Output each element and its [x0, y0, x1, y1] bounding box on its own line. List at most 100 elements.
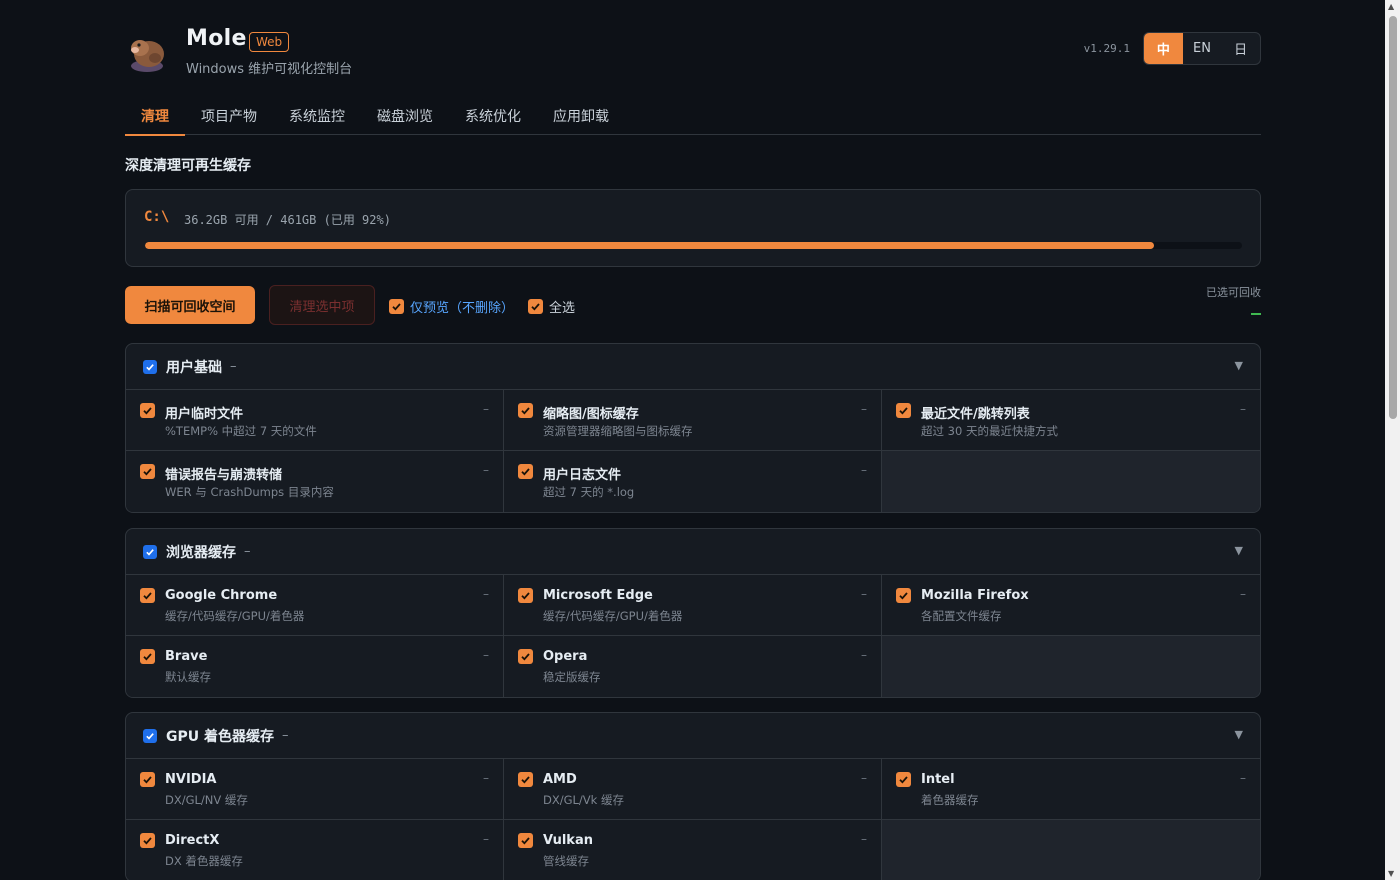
app-subtitle: Windows 维护可视化控制台 [186, 62, 353, 77]
clean-item[interactable]: 缩略图/图标缓存 资源管理器缩略图与图标缓存 – [504, 390, 882, 451]
item-name: 用户临时文件 [165, 407, 244, 422]
item-checkbox[interactable] [518, 403, 533, 418]
item-checkbox[interactable] [140, 588, 155, 603]
tab-system-optimize[interactable]: 系统优化 [449, 96, 537, 135]
group-header[interactable]: 浏览器缓存 – ▼ [126, 529, 1260, 575]
item-size: – [483, 648, 489, 662]
item-checkbox[interactable] [518, 772, 533, 787]
collapse-caret-icon[interactable]: ▼ [1235, 544, 1243, 557]
collapse-caret-icon[interactable]: ▼ [1235, 359, 1243, 372]
item-name: Brave [165, 649, 208, 664]
scroll-up-arrow-icon[interactable]: ▲ [1388, 2, 1394, 11]
group-size: – [282, 728, 289, 743]
group-title: GPU 着色器缓存 [166, 728, 274, 745]
item-description: DX/GL/NV 缓存 [165, 793, 248, 807]
item-size: – [1240, 402, 1246, 416]
group-checkbox[interactable] [143, 728, 157, 743]
preview-checkbox[interactable] [389, 299, 404, 314]
clean-item[interactable]: Opera 稳定版缓存 – [504, 636, 882, 697]
item-size: – [861, 402, 867, 416]
clean-group: GPU 着色器缓存 – ▼ NVIDIA DX/GL/NV 缓存 – AMD DX/GL/Vk… [125, 712, 1261, 880]
item-checkbox[interactable] [518, 464, 533, 479]
item-checkbox[interactable] [140, 772, 155, 787]
item-name: 缩略图/图标缓存 [543, 407, 639, 422]
lang-button-en[interactable]: EN [1183, 33, 1222, 64]
empty-cell [882, 636, 1260, 697]
clean-item[interactable]: 最近文件/跳转列表 超过 30 天的最近快捷方式 – [882, 390, 1260, 451]
item-checkbox[interactable] [896, 772, 911, 787]
clean-selected-button[interactable]: 清理选中项 [269, 285, 375, 325]
app-title: Mole [186, 26, 247, 51]
item-checkbox[interactable] [896, 588, 911, 603]
item-name: NVIDIA [165, 772, 217, 787]
item-description: DX 着色器缓存 [165, 854, 243, 868]
item-size: – [861, 648, 867, 662]
item-checkbox[interactable] [518, 833, 533, 848]
clean-item[interactable]: Mozilla Firefox 各配置文件缓存 – [882, 575, 1260, 636]
tab-bar: 清理 项目产物 系统监控 磁盘浏览 系统优化 应用卸载 [125, 96, 1261, 136]
item-checkbox[interactable] [896, 403, 911, 418]
item-size: – [1240, 771, 1246, 785]
group-items-grid: 用户临时文件 %TEMP% 中超过 7 天的文件 – 缩略图/图标缓存 资源管理器缩略图… [126, 390, 1260, 512]
group-items-grid: Google Chrome 缓存/代码缓存/GPU/着色器 – Microsoft E… [126, 575, 1260, 697]
web-badge: Web [249, 32, 290, 52]
item-description: 缓存/代码缓存/GPU/着色器 [543, 609, 683, 623]
item-description: 各配置文件缓存 [921, 609, 1002, 623]
clean-item[interactable]: Brave 默认缓存 – [126, 636, 504, 697]
item-checkbox[interactable] [140, 403, 155, 418]
item-name: AMD [543, 772, 577, 787]
scroll-thumb[interactable] [1389, 16, 1397, 419]
clean-item[interactable]: Microsoft Edge 缓存/代码缓存/GPU/着色器 – [504, 575, 882, 636]
language-switcher: 中 EN 日 [1143, 32, 1261, 65]
item-name: DirectX [165, 833, 220, 848]
preview-only-toggle[interactable]: 仅预览（不删除） [389, 297, 514, 316]
item-checkbox[interactable] [518, 588, 533, 603]
select-all-checkbox[interactable] [528, 299, 543, 314]
group-header[interactable]: 用户基础 – ▼ [126, 344, 1260, 390]
clean-item[interactable]: Intel 着色器缓存 – [882, 759, 1260, 820]
item-checkbox[interactable] [140, 649, 155, 664]
group-title: 用户基础 [166, 359, 222, 376]
tab-system-monitor[interactable]: 系统监控 [273, 96, 361, 135]
item-description: DX/GL/Vk 缓存 [543, 793, 624, 807]
select-all-toggle[interactable]: 全选 [528, 297, 575, 316]
group-checkbox[interactable] [143, 544, 157, 559]
lang-button-zh[interactable]: 中 [1144, 33, 1183, 64]
item-description: 超过 7 天的 *.log [543, 485, 635, 499]
tab-project-artifacts[interactable]: 项目产物 [185, 96, 273, 135]
header: Mole Web Windows 维护可视化控制台 v1.29.1 中 EN 日 [125, 0, 1261, 96]
item-description: WER 与 CrashDumps 目录内容 [165, 485, 334, 499]
scroll-down-arrow-icon[interactable]: ▼ [1388, 869, 1394, 878]
tab-clean[interactable]: 清理 [125, 96, 185, 136]
lang-button-ja[interactable]: 日 [1221, 33, 1260, 64]
clean-item[interactable]: Google Chrome 缓存/代码缓存/GPU/着色器 – [126, 575, 504, 636]
clean-item[interactable]: 用户日志文件 超过 7 天的 *.log – [504, 451, 882, 512]
clean-item[interactable]: 用户临时文件 %TEMP% 中超过 7 天的文件 – [126, 390, 504, 451]
clean-item[interactable]: Vulkan 管线缓存 – [504, 820, 882, 880]
reclaimable-value-indicator [1251, 313, 1261, 315]
item-checkbox[interactable] [140, 464, 155, 479]
group-items-grid: NVIDIA DX/GL/NV 缓存 – AMD DX/GL/Vk 缓存 – Intel 着色… [126, 759, 1260, 880]
tab-app-uninstall[interactable]: 应用卸载 [537, 96, 625, 135]
page-scrollbar[interactable]: ▲ ▼ [1385, 0, 1400, 880]
preview-label: 仅预览（不删除） [410, 301, 515, 316]
clean-item[interactable]: 错误报告与崩溃转储 WER 与 CrashDumps 目录内容 – [126, 451, 504, 512]
item-size: – [483, 587, 489, 601]
group-size: – [244, 544, 251, 559]
group-header[interactable]: GPU 着色器缓存 – ▼ [126, 713, 1260, 759]
reclaimable-label: 已选可回收 [1206, 286, 1261, 299]
scan-button[interactable]: 扫描可回收空间 [125, 286, 255, 324]
clean-item[interactable]: AMD DX/GL/Vk 缓存 – [504, 759, 882, 820]
clean-item[interactable]: NVIDIA DX/GL/NV 缓存 – [126, 759, 504, 820]
item-checkbox[interactable] [140, 833, 155, 848]
collapse-caret-icon[interactable]: ▼ [1235, 728, 1243, 741]
group-checkbox[interactable] [143, 359, 157, 374]
item-checkbox[interactable] [518, 649, 533, 664]
tab-disk-browser[interactable]: 磁盘浏览 [361, 96, 449, 135]
item-name: Google Chrome [165, 588, 278, 603]
clean-item[interactable]: DirectX DX 着色器缓存 – [126, 820, 504, 880]
clean-group: 浏览器缓存 – ▼ Google Chrome 缓存/代码缓存/GPU/着色器 – Micr… [125, 528, 1261, 698]
disk-usage-fill [145, 242, 1155, 249]
item-description: 管线缓存 [543, 854, 589, 868]
empty-cell [882, 451, 1260, 512]
